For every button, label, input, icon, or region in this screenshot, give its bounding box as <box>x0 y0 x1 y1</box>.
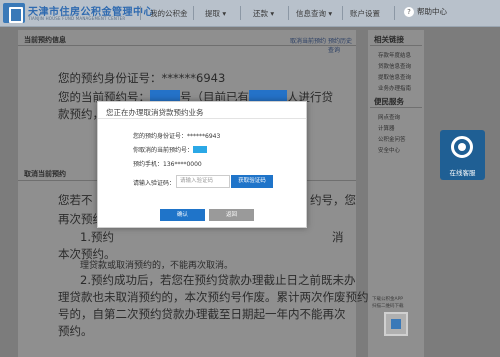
nav-divider <box>240 6 241 20</box>
help-center-label: 帮助中心 <box>417 7 447 16</box>
dialog-id-text: 您的预约身份证号：******6943 <box>133 133 221 140</box>
sidebar-link[interactable]: 提取信息查询 <box>378 73 411 81</box>
dialog-phone-text: 预约手机：136****0000 <box>133 161 202 168</box>
sidebar-link[interactable]: 安全中心 <box>378 146 400 154</box>
nav-info-query-label: 信息查询 <box>296 9 326 18</box>
notice-line: 预约。 <box>58 324 93 338</box>
nav-withdraw[interactable]: 提取 ▾ <box>205 8 226 19</box>
sidebar-link[interactable]: 业务办理指南 <box>378 84 411 92</box>
nav-info-query[interactable]: 信息查询 ▾ <box>296 8 332 19</box>
sidebar-link[interactable]: 网点查询 <box>378 113 400 121</box>
sidebar-link[interactable]: 公积金问答 <box>378 135 406 143</box>
sidebar-divider <box>370 45 422 46</box>
nav-my-fund[interactable]: 我的公积金 <box>150 8 188 19</box>
nav-account-settings[interactable]: 账户设置 <box>350 8 380 19</box>
app-download-sub-label: 扫描二维码下载 <box>372 304 404 309</box>
section-title-cancel: 取消当前预约 <box>24 170 66 178</box>
reservation-history-link[interactable]: 预约历史查询 <box>328 36 356 54</box>
code-label: 请输入验证码： <box>133 180 176 187</box>
sidebar-link[interactable]: 贷款信息查询 <box>378 62 411 70</box>
nav-repay[interactable]: 还款 ▾ <box>253 8 274 19</box>
notice-line: 您若不 <box>58 193 93 207</box>
nav-divider <box>288 6 289 20</box>
dialog-number-text: 你取消的当前预约号： <box>133 145 208 154</box>
notice-line: 1.预约 <box>80 230 114 244</box>
nav-divider <box>342 6 343 20</box>
cancel-reservation-dialog: 您正在办理取消贷款预约业务 您的预约身份证号：******6943 你取消的当前… <box>97 101 307 228</box>
tab-current-reservation[interactable]: 当前预约信息 <box>24 35 66 45</box>
nav-withdraw-label: 提取 <box>205 9 220 18</box>
online-service-label: 在线客服 <box>449 169 476 177</box>
confirm-button[interactable]: 确认 <box>160 209 205 221</box>
sidebar-divider <box>370 107 422 108</box>
notice-line: 约号，您 <box>310 193 356 207</box>
nav-divider <box>140 6 141 20</box>
convenience-heading: 便民服务 <box>374 97 404 106</box>
headset-icon <box>451 136 473 158</box>
notice-line: 消 <box>332 230 344 244</box>
notice-line: 理贷款或取消预约的，不能再次取消。 <box>80 261 234 271</box>
dialog-title: 您正在办理取消贷款预约业务 <box>106 108 204 117</box>
help-center-link[interactable]: ? 帮助中心 <box>404 6 447 17</box>
app-download-label: 下载公积金APP <box>372 297 404 302</box>
online-service-button[interactable]: 在线客服 <box>440 130 485 180</box>
right-sidebar: 相关链接 存款年度结息 贷款信息查询 提取信息查询 业务办理指南 便民服务 网点… <box>368 30 424 357</box>
related-links-heading: 相关链接 <box>374 35 404 44</box>
sidebar-link[interactable]: 计算器 <box>378 124 395 132</box>
reservation-id-text: 您的预约身份证号：******6943 <box>58 71 226 85</box>
sidebar-link[interactable]: 存款年度结息 <box>378 51 411 59</box>
notice-line: 号的，自第二次预约贷款办理截至日期起一年内不能再次 <box>58 307 346 321</box>
chevron-down-icon: ▾ <box>270 9 275 18</box>
chevron-down-icon: ▾ <box>222 9 227 18</box>
cancel-reservation-link[interactable]: 取消当前预约 <box>290 36 326 45</box>
tab-bar: 当前预约信息 取消当前预约 预约历史查询 <box>18 30 356 54</box>
get-code-button[interactable]: 获取验证码 <box>231 175 273 188</box>
brand-subtitle: TIANJIN HOUSE FUND MANAGEMENT CENTER <box>28 16 126 21</box>
qr-code-icon <box>384 312 408 336</box>
chevron-down-icon: ▾ <box>328 9 333 18</box>
verification-code-input[interactable]: 请输入验证码 <box>176 175 230 188</box>
back-button[interactable]: 返回 <box>209 209 254 221</box>
dialog-number-label: 你取消的当前预约号： <box>133 147 194 154</box>
help-icon: ? <box>404 6 414 17</box>
dialog-header: 您正在办理取消贷款预约业务 <box>98 102 306 119</box>
logo-icon <box>3 3 25 23</box>
nav-repay-label: 还款 <box>253 9 268 18</box>
nav-divider <box>394 6 395 20</box>
nav-divider <box>193 6 194 20</box>
notice-line: 2.预约成功后，若您在预约贷款办理截止日之前既未办 <box>80 273 356 287</box>
notice-line: 理贷款也未取消预约的，本次预约号作废。累计两次作废预约 <box>58 290 369 304</box>
redaction-mask <box>193 146 208 153</box>
top-header: 天津市住房公积金管理中心 TIANJIN HOUSE FUND MANAGEME… <box>0 0 500 27</box>
